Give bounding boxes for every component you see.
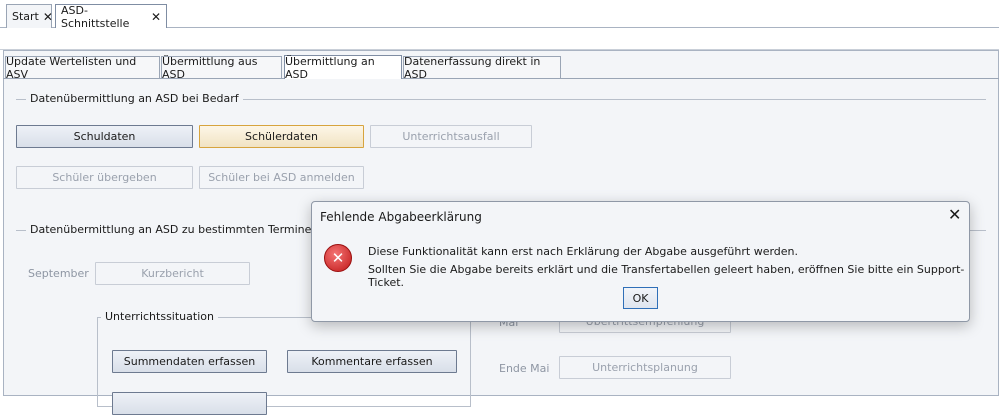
ok-button[interactable]: OK (623, 287, 658, 309)
summendaten-button[interactable]: Summendaten erfassen (112, 350, 267, 373)
error-dialog: Fehlende Abgabeerklärung ✕ ✕ Diese Funkt… (311, 201, 970, 322)
close-icon[interactable]: ✕ (948, 207, 961, 223)
doc-tab-start[interactable]: Start ✕ (6, 4, 53, 28)
schuelerdaten-button[interactable]: Schülerdaten (199, 125, 364, 148)
dialog-message-line2: Sollten Sie die Abgabe bereits erklärt u… (368, 263, 965, 289)
tab-uebermittlung-aus-asd[interactable]: Übermittlung aus ASD (161, 54, 282, 81)
tab-label: Datenerfassung direkt in ASD (404, 54, 541, 81)
schueler-uebergeben-button[interactable]: Schüler übergeben (16, 166, 193, 189)
error-icon: ✕ (324, 244, 352, 272)
unterrichtsplanung-button[interactable]: Unterrichtsplanung (559, 356, 731, 379)
toolbar-strip (0, 28, 999, 50)
tab-update-wertelisten[interactable]: Update Wertelisten und ASV (5, 54, 160, 81)
september-label: September (28, 267, 89, 280)
doc-tab-label: ASD-Schnittstelle (61, 4, 130, 30)
close-icon[interactable]: ✕ (43, 11, 53, 23)
tab-datenerfassung[interactable]: Datenerfassung direkt in ASD (403, 54, 561, 81)
tab-uebermittlung-an-asd[interactable]: Übermittlung an ASD (284, 54, 402, 81)
group-title-termine: Datenübermittlung an ASD zu bestimmten T… (26, 223, 323, 237)
kommentare-button[interactable]: Kommentare erfassen (287, 350, 457, 373)
ende-mai-label: Ende Mai (499, 362, 550, 375)
dialog-message-line1: Diese Funktionalität kann erst nach Erkl… (368, 245, 799, 258)
unterrichtssituation-extra-button[interactable] (112, 392, 267, 415)
group-title-bedarf: Datenübermittlung an ASD bei Bedarf (26, 92, 243, 106)
tab-label: Übermittlung an ASD (285, 54, 375, 81)
tab-label: Update Wertelisten und ASV (6, 54, 137, 81)
group-title-unterrichtssituation: Unterrichtssituation (101, 310, 218, 324)
kurzbericht-button[interactable]: Kurzbericht (95, 262, 250, 285)
close-icon[interactable]: ✕ (151, 11, 161, 23)
schueler-anmelden-button[interactable]: Schüler bei ASD anmelden (199, 166, 364, 189)
schuldaten-button[interactable]: Schuldaten (16, 125, 193, 148)
tab-label: Übermittlung aus ASD (162, 54, 258, 81)
doc-tab-label: Start (12, 10, 39, 23)
unterrichtsausfall-button[interactable]: Unterrichtsausfall (370, 125, 532, 148)
dialog-title: Fehlende Abgabeerklärung (320, 210, 482, 224)
doc-tab-asd-schnittstelle[interactable]: ASD-Schnittstelle ✕ (55, 4, 167, 30)
